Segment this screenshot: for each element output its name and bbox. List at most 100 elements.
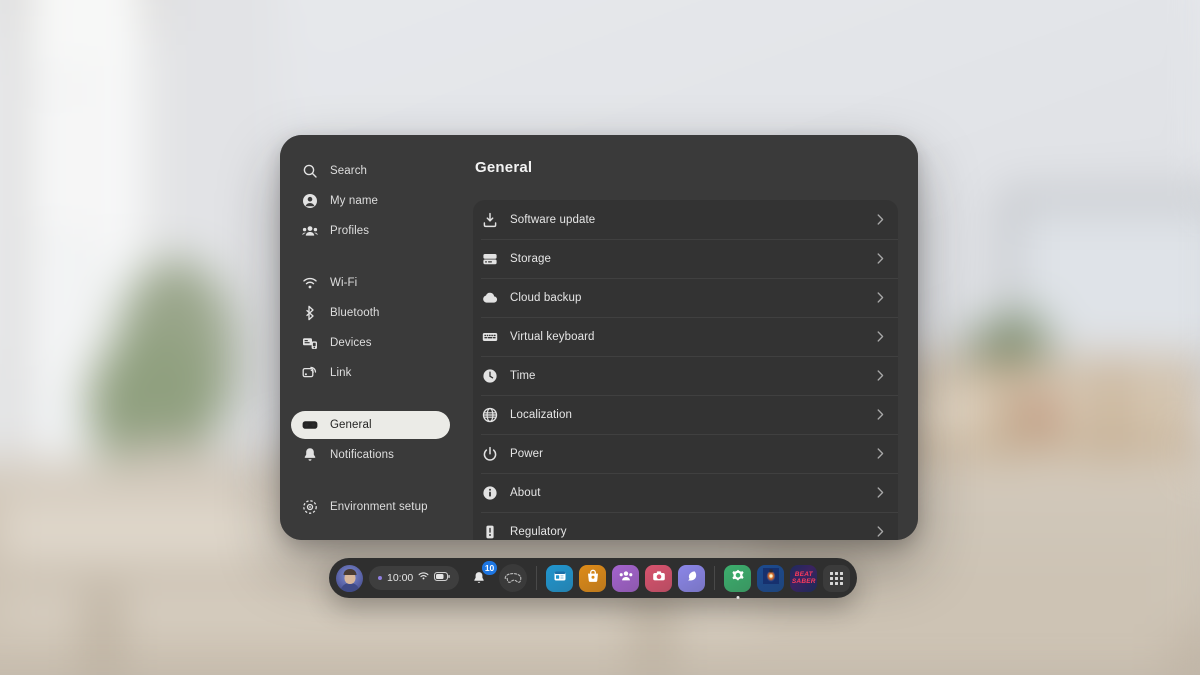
- chevron-right-icon: [877, 331, 884, 342]
- chevron-right-icon: [877, 370, 884, 381]
- status-dot-icon: [378, 576, 382, 580]
- info-icon: [481, 484, 498, 501]
- app-library-button[interactable]: [823, 564, 851, 592]
- sidebar-item-my-name[interactable]: My name: [291, 187, 450, 215]
- chevron-right-icon: [877, 253, 884, 264]
- avatar[interactable]: [336, 564, 363, 592]
- sidebar-item-label: My name: [330, 195, 378, 207]
- sidebar-item-devices[interactable]: Devices: [291, 329, 450, 357]
- wifi-icon: [418, 572, 429, 584]
- notifications-button[interactable]: 10: [465, 561, 498, 592]
- shelf-object-1: [925, 402, 973, 432]
- clock-icon: [481, 367, 498, 384]
- store-icon: [585, 568, 601, 589]
- dock-app-people[interactable]: [612, 564, 640, 592]
- dock-app-camera[interactable]: [645, 564, 673, 592]
- game-icon: [762, 567, 779, 589]
- settings-row-power[interactable]: Power: [473, 434, 898, 473]
- table-leg-1: [90, 590, 116, 675]
- beat-saber-label-line2: SABER: [791, 578, 816, 585]
- settings-row-label: Software update: [510, 213, 596, 226]
- sidebar-item-link[interactable]: Link: [291, 359, 450, 387]
- settings-row-cloud-backup[interactable]: Cloud backup: [473, 278, 898, 317]
- settings-row-label: Localization: [510, 408, 572, 421]
- sidebar-item-label: Environment setup: [330, 501, 428, 513]
- settings-row-localization[interactable]: Localization: [473, 395, 898, 434]
- battery-icon: [434, 572, 451, 584]
- sidebar-item-label: Link: [330, 367, 352, 379]
- dock-app-game[interactable]: [757, 564, 785, 592]
- bell-icon: [301, 447, 318, 464]
- dock-app-browser[interactable]: [546, 564, 574, 592]
- browser-icon: [552, 568, 568, 589]
- sidebar-item-wifi[interactable]: Wi-Fi: [291, 269, 450, 297]
- settings-window: Search My name Profiles Wi-Fi Bluetooth Devic…: [280, 135, 918, 540]
- camera-icon: [651, 568, 667, 589]
- settings-row-regulatory[interactable]: Regulatory: [473, 512, 898, 540]
- avatar-body: [340, 582, 359, 592]
- dock-app-beatsaber[interactable]: BEAT SABER: [790, 564, 818, 592]
- settings-row-storage[interactable]: Storage: [473, 239, 898, 278]
- sidebar-item-general[interactable]: General: [291, 411, 450, 439]
- globe-icon: [481, 406, 498, 423]
- sidebar-item-notifications[interactable]: Notifications: [291, 441, 450, 469]
- sidebar-item-label: Notifications: [330, 449, 394, 461]
- headset-button[interactable]: [499, 564, 528, 592]
- devices-icon: [301, 335, 318, 352]
- table-leg-2: [640, 590, 666, 675]
- dock-separator-2: [714, 566, 716, 590]
- sidebar-item-search[interactable]: Search: [291, 157, 450, 185]
- clock-label: 10:00: [387, 572, 414, 584]
- settings-row-virtual-keyboard[interactable]: Virtual keyboard: [473, 317, 898, 356]
- settings-row-label: Power: [510, 447, 544, 460]
- keyboard-icon: [481, 328, 498, 345]
- dock-separator-1: [536, 566, 538, 590]
- download-icon: [481, 211, 498, 228]
- sidebar-item-environment[interactable]: Environment setup: [291, 493, 450, 521]
- app-grid-icon: [830, 571, 844, 585]
- bookshelf-shelf-1: [900, 438, 1200, 449]
- settings-row-label: Virtual keyboard: [510, 330, 595, 343]
- chevron-right-icon: [877, 409, 884, 420]
- sidebar-item-label: Devices: [330, 337, 372, 349]
- window-mullion: [80, 0, 89, 500]
- storage-icon: [481, 250, 498, 267]
- chevron-right-icon: [877, 292, 884, 303]
- taskbar-dock: 10:00 10 BEAT SABER: [329, 558, 858, 599]
- status-pill[interactable]: 10:00: [369, 566, 460, 590]
- notifications-badge: 10: [481, 561, 498, 575]
- wifi-icon: [301, 275, 318, 292]
- media-icon: [684, 568, 700, 589]
- chevron-right-icon: [877, 526, 884, 537]
- chevron-right-icon: [877, 448, 884, 459]
- dock-app-media[interactable]: [678, 564, 706, 592]
- headset-icon: [301, 417, 318, 434]
- bluetooth-icon: [301, 305, 318, 322]
- sidebar-item-profiles[interactable]: Profiles: [291, 217, 450, 245]
- page-title: General: [475, 159, 533, 176]
- sidebar-item-label: Wi-Fi: [330, 277, 358, 289]
- settings-row-about[interactable]: About: [473, 473, 898, 512]
- person-icon: [301, 193, 318, 210]
- window-arch: [12, 0, 158, 30]
- settings-row-label: About: [510, 486, 541, 499]
- shelf-plant-top: [998, 312, 1042, 346]
- dock-app-store[interactable]: [579, 564, 607, 592]
- settings-list: Software update Storage Cloud backup Virtua…: [473, 200, 898, 540]
- settings-row-label: Storage: [510, 252, 551, 265]
- sidebar-item-label: Search: [330, 165, 368, 177]
- chevron-right-icon: [877, 487, 884, 498]
- link-cast-icon: [301, 365, 318, 382]
- search-icon: [301, 163, 318, 180]
- settings-row-time[interactable]: Time: [473, 356, 898, 395]
- sidebar-item-bluetooth[interactable]: Bluetooth: [291, 299, 450, 327]
- sidebar-item-label: Bluetooth: [330, 307, 380, 319]
- dock-app-settings[interactable]: [724, 564, 752, 599]
- settings-row-software-update[interactable]: Software update: [473, 200, 898, 239]
- people-icon: [618, 568, 634, 589]
- regulatory-icon: [481, 523, 498, 540]
- beat-saber-label-line1: BEAT: [794, 571, 813, 578]
- power-icon: [481, 445, 498, 462]
